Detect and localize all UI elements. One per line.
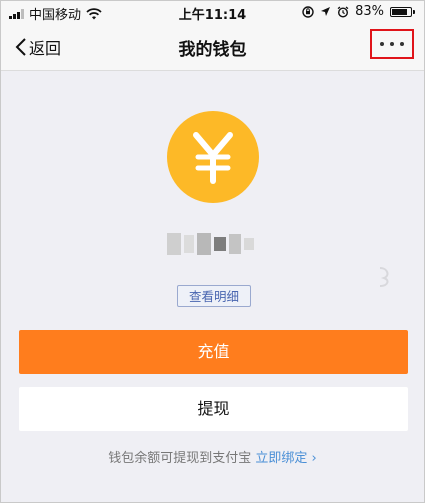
battery-fill: [392, 8, 407, 15]
yuan-symbol-icon: [193, 132, 233, 184]
background-mark: [376, 266, 394, 292]
bind-now-label: 立即绑定: [255, 451, 308, 466]
page-title: 我的钱包: [178, 40, 247, 60]
status-bar: 中国移动 上午11:14 83%: [1, 1, 424, 23]
footer-note: 钱包余额可提现到支付宝 立即绑定 ›: [1, 447, 424, 466]
recharge-button[interactable]: 充值: [19, 330, 408, 374]
location-icon: [321, 7, 331, 16]
footer-note-text: 钱包余额可提现到支付宝: [108, 451, 252, 466]
wallet-yuan-icon: [167, 111, 259, 203]
more-options-button[interactable]: [370, 29, 414, 59]
status-right: 83%: [302, 4, 415, 19]
chevron-right-icon: ›: [311, 451, 317, 466]
navigation-bar: 返回 我的钱包: [1, 23, 424, 71]
balance-amount-obscured: [167, 229, 259, 259]
alarm-icon: [337, 5, 349, 18]
battery-icon: [390, 6, 415, 17]
bind-now-link[interactable]: 立即绑定 ›: [255, 451, 316, 466]
withdraw-button[interactable]: 提现: [19, 387, 408, 431]
rotation-lock-icon: [302, 5, 314, 18]
battery-percent: 83%: [355, 4, 384, 19]
phone-screen: 中国移动 上午11:14 83% 返回 我的钱包 查看明细 充值 提现 钱包余额…: [0, 0, 425, 503]
view-details-button[interactable]: 查看明细: [177, 285, 251, 307]
more-dots-icon: [380, 42, 404, 46]
